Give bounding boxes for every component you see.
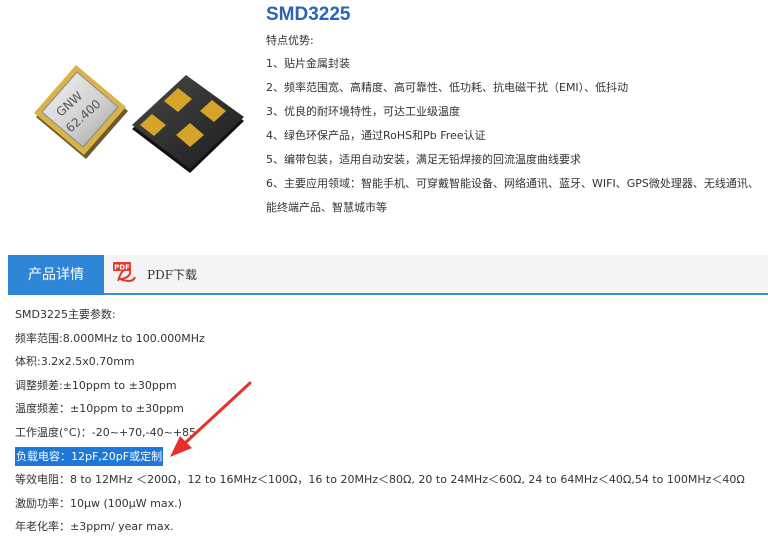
spec-heading: SMD3225主要参数: — [15, 308, 116, 321]
spec-load-capacitance-row: 负载电容：12pF,20pF或定制 — [15, 445, 745, 469]
feature-item: 1、贴片金属封装 — [266, 57, 350, 70]
spec-esr: 等效电阻：8 to 12MHz ＜200Ω，12 to 16MHz＜100Ω，1… — [15, 473, 745, 487]
feature-item: 3、优良的耐环境特性，可达工业级温度 — [266, 105, 460, 118]
feature-item: 4、绿色环保产品，通过RoHS和Pb Free认证 — [266, 129, 486, 142]
feature-item: 2、频率范围宽、高精度、高可靠性、低功耗、抗电磁干扰（EMI）、低抖动 — [266, 81, 629, 94]
pdf-icon-text: PDF — [114, 264, 130, 272]
spec-temperature-tolerance: 温度频差：±10ppm to ±30ppm — [15, 402, 184, 416]
feature-item: 6、主要应用领域：智能手机、可穿戴智能设备、网络通讯、蓝牙、WIFI、GPS微处… — [266, 177, 759, 214]
feature-item: 5、编带包装，适用自动安装，满足无铅焊接的回流温度曲线要求 — [266, 153, 581, 166]
product-title: SMD3225 — [266, 4, 351, 25]
tab-bar: 产品详情 PDF PDF下载 — [8, 255, 768, 295]
pdf-icon: PDF — [113, 262, 136, 282]
spec-list: SMD3225主要参数: 频率范围:8.000MHz to 100.000MHz… — [15, 303, 745, 539]
product-image: GNW 62.400 — [34, 65, 244, 173]
spec-aging: 年老化率：±3ppm/ year max. — [15, 520, 174, 534]
spec-adjust-tolerance: 调整频差:±10ppm to ±30ppm — [15, 378, 177, 392]
chip-back — [132, 75, 244, 173]
chip-front: GNW 62.400 — [34, 65, 128, 159]
pdf-download-label: PDF下载 — [147, 267, 198, 282]
features-heading: 特点优势: — [266, 34, 314, 47]
spec-drive-level: 激励功率：10μw (100μW max.) — [15, 496, 182, 510]
features-list: 1、贴片金属封装 2、频率范围宽、高精度、高可靠性、低功耗、抗电磁干扰（EMI）… — [266, 52, 766, 220]
tab-product-details[interactable]: 产品详情 — [8, 255, 104, 295]
spec-operating-temperature: 工作温度(°C)：-20~+70,-40~+85 — [15, 425, 197, 439]
spec-frequency-range: 频率范围:8.000MHz to 100.000MHz — [15, 331, 205, 345]
tab-pdf-download[interactable]: PDF PDF下载 — [113, 255, 197, 293]
spec-size: 体积:3.2x2.5x0.70mm — [15, 355, 135, 369]
selected-text-highlight: 负载电容：12pF,20pF或定制 — [15, 446, 164, 466]
